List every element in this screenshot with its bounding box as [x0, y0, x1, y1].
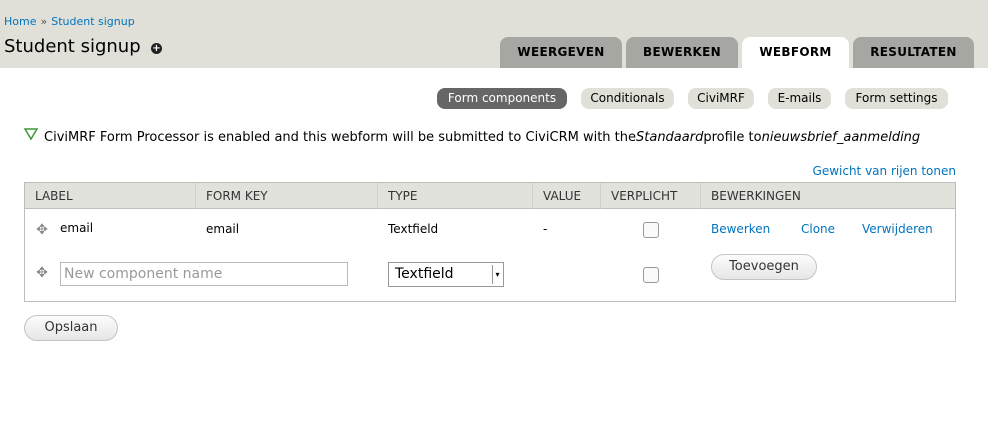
- sec-tab-conditionals[interactable]: Conditionals: [581, 88, 674, 109]
- status-text-2: profile to: [703, 130, 762, 145]
- new-component-name-input[interactable]: New component name: [60, 262, 348, 286]
- status-target: nieuwsbrief_aanmelding: [761, 130, 921, 145]
- sec-tab-form-components[interactable]: Form components: [437, 88, 567, 109]
- add-shortcut-icon[interactable]: +: [151, 43, 162, 54]
- breadcrumb-home-link[interactable]: Home: [4, 15, 36, 28]
- save-button[interactable]: Opslaan: [24, 315, 118, 341]
- tab-webform[interactable]: WEBFORM: [742, 37, 849, 68]
- status-profile: Standaard: [636, 130, 704, 145]
- drag-handle-icon[interactable]: ✥: [35, 266, 49, 280]
- add-component-button[interactable]: Toevoegen: [711, 254, 817, 280]
- page-header: Home» Student signup Student signup + WEE…: [0, 0, 988, 68]
- breadcrumb-separator: »: [40, 15, 48, 28]
- sec-tab-e-mails[interactable]: E-mails: [768, 88, 831, 109]
- components-table: LABEL FORM KEY TYPE VALUE VERPLICHT BEWE…: [24, 182, 956, 302]
- chevron-down-icon: ▾: [492, 265, 502, 284]
- tab-bewerken[interactable]: BEWERKEN: [626, 37, 738, 68]
- tab-weergeven[interactable]: WEERGEVEN: [500, 37, 622, 68]
- show-row-weights-link[interactable]: Gewicht van rijen tonen: [813, 164, 956, 178]
- new-component-row: ✥ New component name Textfield ▾ Toevoeg…: [25, 183, 955, 303]
- check-icon: [24, 127, 38, 140]
- breadcrumb: Home » Student signup: [4, 15, 135, 28]
- page-title: Student signup: [4, 36, 141, 57]
- breadcrumb-current-link[interactable]: Student signup: [51, 15, 135, 28]
- status-message: CiviMRF Form Processor is enabled and th…: [24, 127, 921, 145]
- sec-tab-form-settings[interactable]: Form settings: [845, 88, 948, 109]
- sec-tab-civimrf[interactable]: CiviMRF: [688, 88, 754, 109]
- tab-resultaten[interactable]: RESULTATEN: [853, 37, 974, 68]
- component-type-value: Textfield: [395, 266, 454, 282]
- component-type-select[interactable]: Textfield ▾: [388, 262, 504, 287]
- secondary-tabs: Form components Conditionals CiviMRF E-m…: [0, 88, 988, 110]
- status-text-1: CiviMRF Form Processor is enabled and th…: [44, 130, 636, 145]
- new-required-checkbox[interactable]: [643, 267, 659, 283]
